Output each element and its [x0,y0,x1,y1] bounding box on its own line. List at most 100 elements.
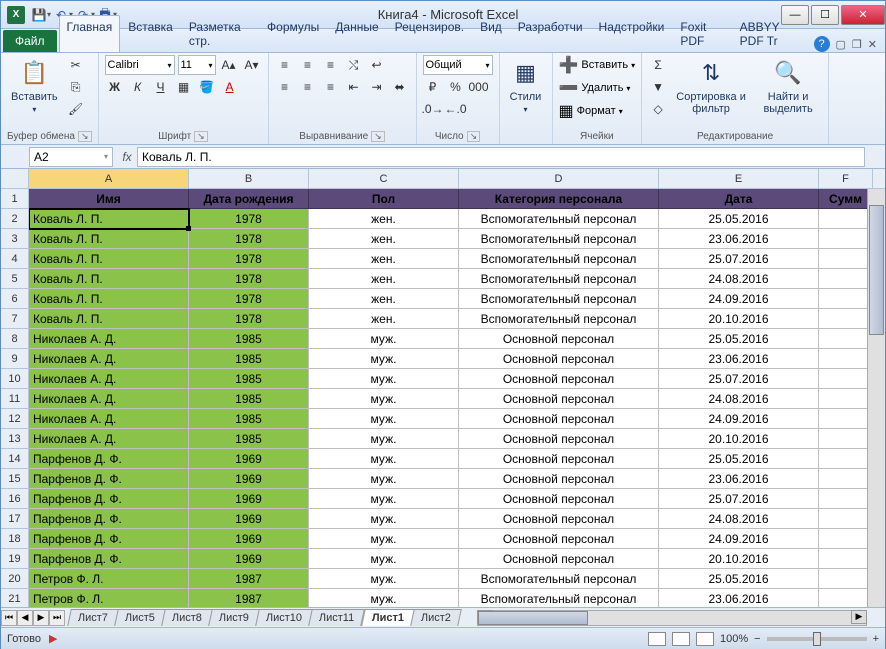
cell[interactable]: Коваль Л. П. [29,309,189,329]
cell[interactable]: Петров Ф. Л. [29,569,189,589]
cell[interactable]: Парфенов Д. Ф. [29,489,189,509]
cell[interactable]: 24.08.2016 [659,509,819,529]
cell[interactable]: 1978 [189,269,309,289]
align-center-icon[interactable]: ≡ [298,77,318,97]
cell[interactable] [819,509,873,529]
cell[interactable] [819,409,873,429]
cell[interactable]: Вспомогательный персонал [459,569,659,589]
fill-handle[interactable] [186,226,191,231]
save-icon[interactable]: 💾 [31,7,47,23]
cell[interactable]: 1969 [189,549,309,569]
styles-button[interactable]: ▦ Стили▾ [506,55,546,116]
minimize-ribbon-icon[interactable]: ▢ [836,38,846,51]
cell[interactable]: Основной персонал [459,489,659,509]
row-header[interactable]: 14 [1,449,28,469]
increase-decimal-icon[interactable]: .0→ [423,99,443,119]
cell[interactable]: Николаев А. Д. [29,369,189,389]
cell[interactable]: жен. [309,229,459,249]
sheet-tab[interactable]: Лист9 [208,609,260,626]
cell[interactable]: 23.06.2016 [659,469,819,489]
cell[interactable] [819,269,873,289]
cell[interactable]: 24.09.2016 [659,529,819,549]
cell[interactable] [819,549,873,569]
cell[interactable]: 1985 [189,409,309,429]
cell[interactable]: муж. [309,349,459,369]
bold-button[interactable]: Ж [105,77,125,97]
table-header-cell[interactable]: Пол [309,189,459,209]
clear-icon[interactable]: ◇ [648,99,668,119]
cell[interactable]: Николаев А. Д. [29,389,189,409]
autosum-icon[interactable]: Σ [648,55,668,75]
align-top-icon[interactable]: ≡ [275,55,295,75]
sheet-tab[interactable]: Лист2 [410,609,462,626]
zoom-level[interactable]: 100% [720,633,748,645]
cell[interactable]: 1969 [189,469,309,489]
cell[interactable]: 1969 [189,489,309,509]
row-header[interactable]: 5 [1,269,28,289]
cell[interactable]: 25.07.2016 [659,249,819,269]
cell[interactable]: муж. [309,549,459,569]
number-format-select[interactable]: Общий▾ [423,55,493,75]
cell[interactable]: Коваль Л. П. [29,289,189,309]
align-middle-icon[interactable]: ≡ [298,55,318,75]
ribbon-tab[interactable]: Рецензиров. [387,15,472,52]
row-header[interactable]: 12 [1,409,28,429]
cell[interactable]: 1985 [189,389,309,409]
dialog-launcher-icon[interactable]: ↘ [78,131,92,142]
ribbon-tab[interactable]: Данные [327,15,386,52]
cell[interactable]: муж. [309,409,459,429]
cell[interactable]: Парфенов Д. Ф. [29,469,189,489]
cell[interactable]: муж. [309,589,459,607]
format-painter-icon[interactable]: 🖌 [66,99,86,119]
row-header[interactable]: 21 [1,589,28,607]
cell[interactable]: Вспомогательный персонал [459,269,659,289]
cell[interactable]: Николаев А. Д. [29,429,189,449]
cell[interactable] [819,369,873,389]
cell[interactable]: жен. [309,269,459,289]
column-header[interactable]: D [459,169,659,188]
ribbon-tab[interactable]: Вид [472,15,510,52]
ribbon-tab[interactable]: Формулы [259,15,327,52]
table-header-cell[interactable]: Дата рождения [189,189,309,209]
cell[interactable]: 25.05.2016 [659,569,819,589]
sheet-tab[interactable]: Лист11 [308,609,365,626]
page-break-view-icon[interactable] [696,632,714,646]
ribbon-tab[interactable]: Вставка [120,15,181,52]
cell[interactable]: муж. [309,509,459,529]
cell[interactable]: муж. [309,489,459,509]
cell[interactable]: Коваль Л. П. [29,249,189,269]
cell[interactable]: Вспомогательный персонал [459,229,659,249]
cell[interactable]: Основной персонал [459,409,659,429]
cell[interactable]: Основной персонал [459,469,659,489]
zoom-in-icon[interactable]: + [873,633,879,645]
cell[interactable]: жен. [309,249,459,269]
delete-cells-button[interactable]: ➖Удалить▾ [559,78,631,98]
sheet-tab[interactable]: Лист10 [255,609,313,626]
font-color-button[interactable]: A [220,77,240,97]
row-header[interactable]: 7 [1,309,28,329]
cell[interactable]: 24.09.2016 [659,289,819,309]
cell[interactable] [819,229,873,249]
table-header-cell[interactable]: Категория персонала [459,189,659,209]
cell[interactable]: 1985 [189,429,309,449]
cell[interactable]: 1985 [189,349,309,369]
cell[interactable]: жен. [309,209,459,229]
page-layout-view-icon[interactable] [672,632,690,646]
font-name-select[interactable]: Calibri▾ [105,55,175,75]
cell[interactable]: 23.06.2016 [659,229,819,249]
paste-button[interactable]: 📋 Вставить▾ [7,55,62,116]
row-header[interactable]: 1 [1,189,28,209]
sheet-tab[interactable]: Лист8 [161,609,213,626]
zoom-out-icon[interactable]: − [754,633,760,645]
table-header-cell[interactable]: Сумм [819,189,873,209]
fill-icon[interactable]: ▼ [648,77,668,97]
cell[interactable]: муж. [309,469,459,489]
cell[interactable]: 1978 [189,249,309,269]
cell[interactable]: муж. [309,369,459,389]
cell[interactable]: муж. [309,389,459,409]
fx-icon[interactable]: fx [117,150,137,164]
cell[interactable]: Коваль Л. П. [29,229,189,249]
cell[interactable]: Парфенов Д. Ф. [29,549,189,569]
cell[interactable]: Коваль Л. П. [29,269,189,289]
vertical-scrollbar[interactable] [867,189,885,607]
